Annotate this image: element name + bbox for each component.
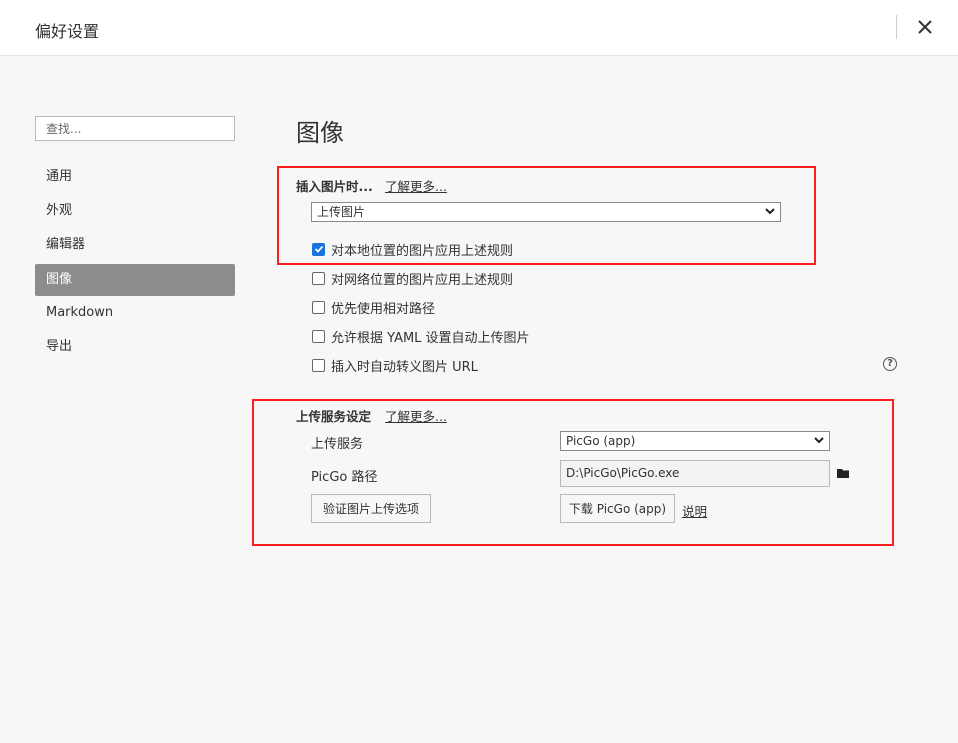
checkbox[interactable] <box>312 271 325 285</box>
docs-link[interactable]: 说明 <box>682 501 707 520</box>
option-label: 对网络位置的图片应用上述规则 <box>331 272 514 288</box>
insert-action-select[interactable]: 上传图片 <box>311 202 781 222</box>
picgo-path-label: PicGo 路径 <box>311 470 378 485</box>
folder-icon[interactable] <box>837 468 850 479</box>
option-label: 对本地位置的图片应用上述规则 <box>331 243 514 259</box>
upload-learn-more-link[interactable]: 了解更多... <box>385 406 447 425</box>
check-icon <box>314 245 323 253</box>
window-title: 偏好设置 <box>35 22 100 41</box>
chevron-down-icon <box>765 208 775 215</box>
option-label: 优先使用相对路径 <box>331 301 436 317</box>
title-separator <box>896 15 897 39</box>
download-picgo-button[interactable]: 下载 PicGo (app) <box>560 494 675 523</box>
sidebar-item-markdown[interactable]: Markdown <box>35 297 235 329</box>
option-local-images[interactable]: 对本地位置的图片应用上述规则 <box>312 241 514 259</box>
insert-action-value: 上传图片 <box>317 205 366 219</box>
sidebar-item-export[interactable]: 导出 <box>35 331 235 363</box>
close-icon <box>918 20 932 34</box>
picgo-path-field[interactable]: D:\PicGo\PicGo.exe <box>560 460 830 487</box>
upload-service-value: PicGo (app) <box>566 434 636 448</box>
option-network-images[interactable]: 对网络位置的图片应用上述规则 <box>312 270 514 288</box>
help-icon[interactable]: ? <box>883 357 897 371</box>
chevron-down-icon <box>814 437 824 444</box>
checkbox-checked[interactable] <box>312 242 325 256</box>
sidebar-item-appearance[interactable]: 外观 <box>35 195 235 227</box>
sidebar-item-general[interactable]: 通用 <box>35 161 235 193</box>
close-button[interactable] <box>910 12 940 42</box>
verify-upload-button[interactable]: 验证图片上传选项 <box>311 494 431 523</box>
checkbox[interactable] <box>312 300 325 314</box>
option-yaml-auto-upload[interactable]: 允许根据 YAML 设置自动上传图片 <box>312 328 530 346</box>
upload-service-select[interactable]: PicGo (app) <box>560 431 830 451</box>
page-title: 图像 <box>296 119 344 147</box>
insert-learn-more-link[interactable]: 了解更多... <box>385 176 447 195</box>
search-input[interactable] <box>35 116 235 141</box>
sidebar-item-editor[interactable]: 编辑器 <box>35 229 235 261</box>
title-bar: 偏好设置 <box>0 0 958 56</box>
sidebar-item-image[interactable]: 图像 <box>35 264 235 296</box>
option-escape-url[interactable]: 插入时自动转义图片 URL <box>312 357 478 375</box>
option-relative-path[interactable]: 优先使用相对路径 <box>312 299 436 317</box>
checkbox[interactable] <box>312 358 325 372</box>
upload-service-label: 上传服务 <box>311 437 364 452</box>
upload-section-label: 上传服务设定 <box>296 409 372 424</box>
insert-section-label: 插入图片时... <box>296 179 373 194</box>
option-label: 插入时自动转义图片 URL <box>331 359 478 375</box>
checkbox[interactable] <box>312 329 325 343</box>
option-label: 允许根据 YAML 设置自动上传图片 <box>331 330 530 346</box>
